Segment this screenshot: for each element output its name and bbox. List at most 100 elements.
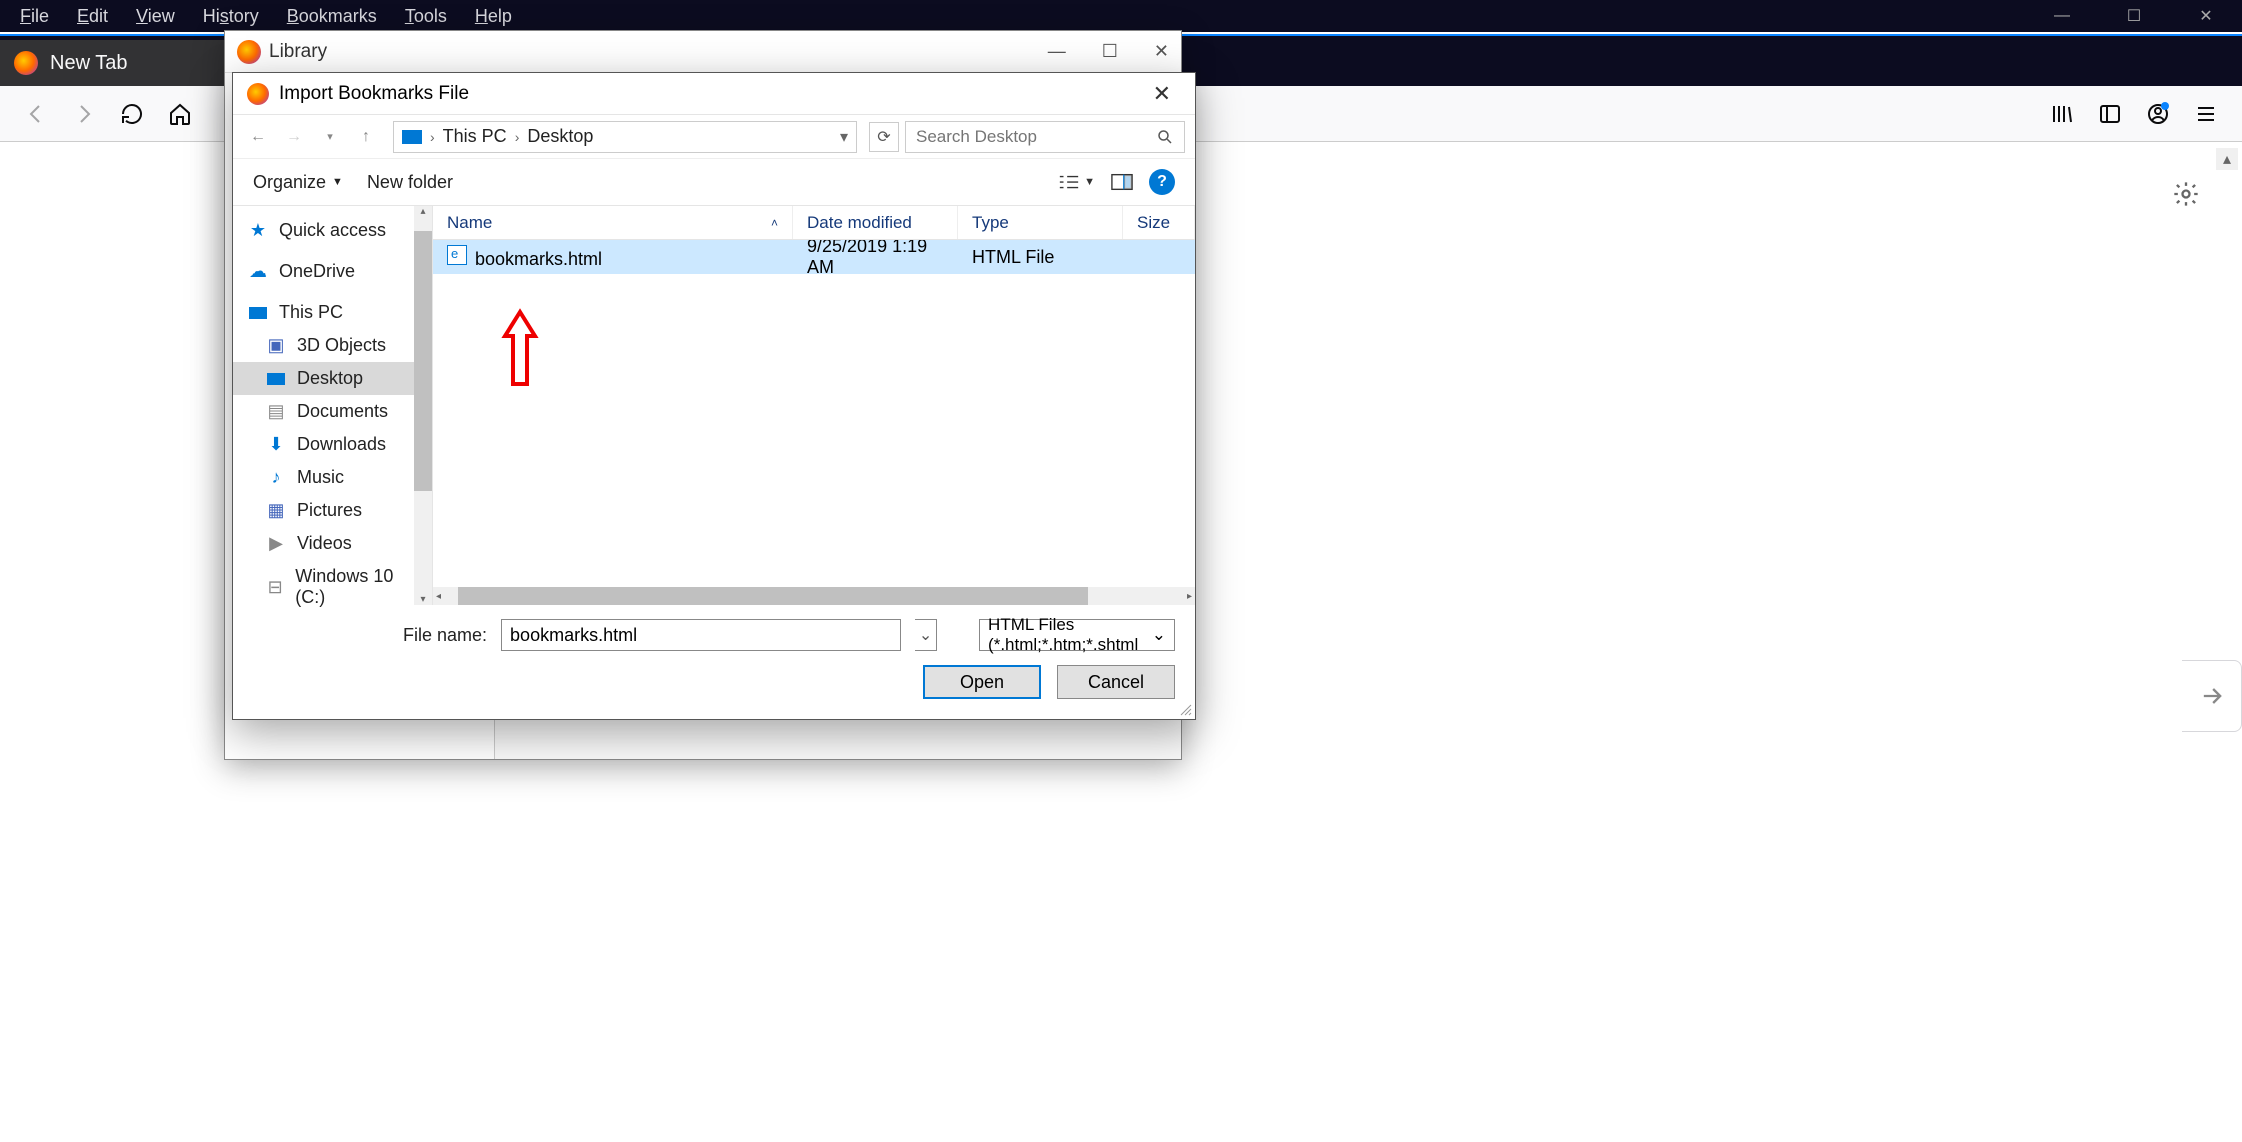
- monitor-icon: [402, 130, 422, 144]
- firefox-logo-icon: [247, 83, 269, 105]
- window-minimize-icon[interactable]: —: [2026, 0, 2098, 32]
- chevron-right-icon: ›: [515, 129, 520, 145]
- menu-tools[interactable]: Tools: [391, 2, 461, 31]
- download-icon: ⬇: [265, 436, 287, 454]
- search-arrow-button[interactable]: [2182, 660, 2242, 732]
- forward-button[interactable]: [62, 92, 106, 136]
- music-icon: ♪: [265, 469, 287, 487]
- resize-grip-icon[interactable]: [1179, 703, 1193, 717]
- organize-button[interactable]: Organize ▼: [253, 172, 343, 193]
- nav-back-icon[interactable]: ←: [243, 122, 273, 152]
- nav-videos[interactable]: ▶Videos: [233, 527, 432, 560]
- menu-bookmarks[interactable]: Bookmarks: [273, 2, 391, 31]
- horizontal-scrollbar[interactable]: ◂ ▸: [433, 587, 1195, 605]
- cancel-button[interactable]: Cancel: [1057, 665, 1175, 699]
- nav-forward-icon[interactable]: →: [279, 122, 309, 152]
- back-button[interactable]: [14, 92, 58, 136]
- video-icon: ▶: [265, 535, 287, 553]
- star-icon: ★: [247, 222, 269, 240]
- account-button[interactable]: [2136, 92, 2180, 136]
- dialog-title: Import Bookmarks File: [279, 83, 469, 105]
- open-button[interactable]: Open: [923, 665, 1041, 699]
- tab-title: New Tab: [50, 52, 127, 75]
- nav-3d-objects[interactable]: ▣3D Objects: [233, 329, 432, 362]
- scrollbar-thumb[interactable]: [458, 587, 1088, 605]
- picture-icon: ▦: [265, 502, 287, 520]
- window-close-icon[interactable]: ✕: [2170, 0, 2242, 32]
- search-input[interactable]: [916, 127, 1156, 147]
- filename-dropdown-icon[interactable]: ⌄: [915, 619, 937, 651]
- nav-onedrive[interactable]: ☁OneDrive: [233, 255, 432, 288]
- nav-pictures[interactable]: ▦Pictures: [233, 494, 432, 527]
- cloud-icon: ☁: [247, 263, 269, 281]
- settings-gear-icon[interactable]: [2172, 180, 2200, 208]
- window-controls: — ☐ ✕: [2026, 0, 2242, 32]
- cube-icon: ▣: [265, 337, 287, 355]
- firefox-logo-icon: [237, 40, 261, 64]
- filetype-select[interactable]: HTML Files (*.html;*.htm;*.shtml⌄: [979, 619, 1175, 651]
- filename-label: File name:: [403, 625, 487, 646]
- nav-up-icon[interactable]: ↑: [351, 122, 381, 152]
- menu-edit[interactable]: Edit: [63, 2, 122, 31]
- search-icon: [1156, 128, 1174, 146]
- dialog-footer: File name: ⌄ HTML Files (*.html;*.htm;*.…: [233, 605, 1195, 713]
- scrollbar-thumb[interactable]: [414, 231, 432, 491]
- file-row[interactable]: bookmarks.html 9/25/2019 1:19 AM HTML Fi…: [433, 240, 1195, 274]
- library-maximize-icon[interactable]: ☐: [1102, 41, 1118, 62]
- library-title: Library: [269, 41, 327, 63]
- preview-pane-button[interactable]: [1111, 173, 1133, 191]
- menu-history[interactable]: History: [189, 2, 273, 31]
- reload-button[interactable]: [110, 92, 154, 136]
- menu-view[interactable]: View: [122, 2, 189, 31]
- navigation-pane: ★Quick access ☁OneDrive This PC ▣3D Obje…: [233, 206, 433, 605]
- nav-scrollbar[interactable]: ▴ ▾: [414, 206, 432, 605]
- help-button[interactable]: ?: [1149, 169, 1175, 195]
- column-headers: Name˄ Date modified Type Size: [433, 206, 1195, 240]
- refresh-button[interactable]: ⟳: [869, 122, 899, 152]
- breadcrumb-root[interactable]: This PC: [443, 126, 507, 147]
- filename-input[interactable]: [501, 619, 901, 651]
- library-minimize-icon[interactable]: —: [1048, 41, 1066, 62]
- file-pane: Name˄ Date modified Type Size bookmarks.…: [433, 206, 1195, 605]
- menu-button[interactable]: [2184, 92, 2228, 136]
- dialog-toolbar: Organize ▼ New folder ▼ ?: [233, 159, 1195, 205]
- column-name[interactable]: Name˄: [433, 206, 793, 239]
- nav-downloads[interactable]: ⬇Downloads: [233, 428, 432, 461]
- nav-this-pc[interactable]: This PC: [233, 296, 432, 329]
- column-date[interactable]: Date modified: [793, 206, 958, 239]
- breadcrumb-dropdown-icon[interactable]: ▾: [840, 127, 848, 147]
- nav-documents[interactable]: ▤Documents: [233, 395, 432, 428]
- menu-file[interactable]: File: [6, 2, 63, 31]
- search-box[interactable]: [905, 121, 1185, 153]
- window-maximize-icon[interactable]: ☐: [2098, 0, 2170, 32]
- file-list[interactable]: bookmarks.html 9/25/2019 1:19 AM HTML Fi…: [433, 240, 1195, 587]
- breadcrumb-bar[interactable]: › This PC › Desktop ▾: [393, 121, 857, 153]
- library-close-icon[interactable]: ✕: [1154, 41, 1169, 62]
- scrollbar-up-icon[interactable]: ▴: [2216, 148, 2238, 170]
- file-type: HTML File: [958, 247, 1123, 268]
- drive-icon: ⊟: [265, 578, 285, 596]
- column-size[interactable]: Size: [1123, 206, 1195, 239]
- document-icon: ▤: [265, 403, 287, 421]
- nav-drive-c[interactable]: ⊟Windows 10 (C:): [233, 560, 432, 614]
- nav-desktop[interactable]: Desktop: [233, 362, 432, 395]
- sidebar-button[interactable]: [2088, 92, 2132, 136]
- new-folder-button[interactable]: New folder: [367, 172, 453, 193]
- dialog-nav-bar: ← → ▾ ↑ › This PC › Desktop ▾ ⟳: [233, 115, 1195, 159]
- file-name: bookmarks.html: [475, 249, 602, 269]
- home-button[interactable]: [158, 92, 202, 136]
- menu-help[interactable]: Help: [461, 2, 526, 31]
- dialog-titlebar[interactable]: Import Bookmarks File ✕: [233, 73, 1195, 115]
- file-date: 9/25/2019 1:19 AM: [793, 240, 958, 278]
- import-bookmarks-dialog: Import Bookmarks File ✕ ← → ▾ ↑ › This P…: [232, 72, 1196, 720]
- breadcrumb-current[interactable]: Desktop: [527, 126, 593, 147]
- view-mode-button[interactable]: ▼: [1058, 173, 1095, 191]
- nav-quick-access[interactable]: ★Quick access: [233, 214, 432, 247]
- library-titlebar[interactable]: Library — ☐ ✕: [225, 31, 1181, 73]
- nav-music[interactable]: ♪Music: [233, 461, 432, 494]
- nav-recent-dropdown-icon[interactable]: ▾: [315, 122, 345, 152]
- dialog-close-button[interactable]: ✕: [1143, 77, 1181, 111]
- desktop-icon: [265, 370, 287, 388]
- column-type[interactable]: Type: [958, 206, 1123, 239]
- library-button[interactable]: [2040, 92, 2084, 136]
